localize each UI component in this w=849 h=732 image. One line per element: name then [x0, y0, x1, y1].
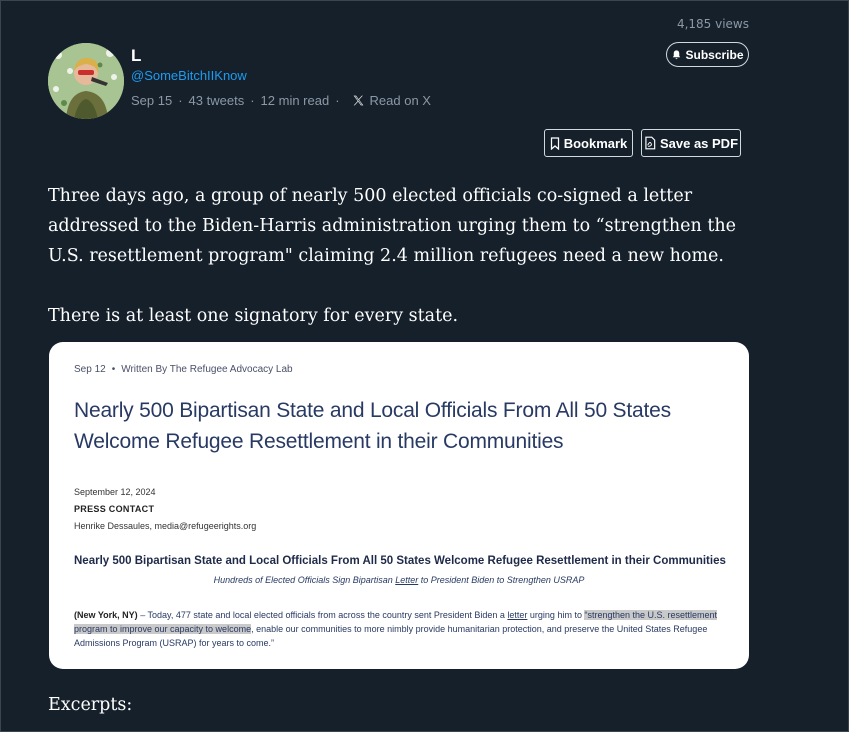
press-release-subheadline: Hundreds of Elected Officials Sign Bipar…	[49, 575, 749, 585]
avatar-image	[48, 43, 124, 119]
x-logo-icon	[352, 94, 365, 107]
tweet-count: 43 tweets	[188, 93, 245, 108]
pdf-icon	[645, 136, 656, 150]
card-title: Nearly 500 Bipartisan State and Local Of…	[74, 399, 671, 453]
card-meta: Sep 12 • Written By The Refugee Advocacy L…	[74, 364, 293, 375]
article-paragraph: There is at least one signatory for ever…	[48, 306, 459, 326]
article-paragraph: Three days ago, a group of nearly 500 el…	[48, 186, 736, 266]
avatar[interactable]	[48, 43, 124, 119]
read-time: 12 min read	[260, 93, 330, 108]
press-contact-label: PRESS CONTACT	[74, 504, 155, 514]
article-paragraph: Excerpts:	[48, 695, 133, 715]
save-as-pdf-label: Save as PDF	[659, 135, 739, 151]
press-release-date: September 12, 2024	[74, 487, 156, 497]
save-as-pdf-button[interactable]: Save as PDF	[641, 129, 741, 157]
dateline: (New York, NY)	[74, 610, 138, 620]
body-text: – Today, 477 state and local elected off…	[137, 610, 508, 620]
thread-meta: Sep 15 · 43 tweets · 12 min read · Read …	[131, 93, 431, 108]
subheadline-text: to President Biden to Strengthen USRAP	[418, 575, 585, 585]
separator-dot: ·	[178, 93, 183, 108]
subscribe-button[interactable]: Subscribe	[666, 42, 749, 67]
card-separator: •	[111, 364, 116, 375]
subscribe-label: Subscribe	[685, 47, 744, 62]
letter-link: Letter	[395, 575, 419, 585]
press-release-body: (New York, NY) – Today, 477 state and lo…	[74, 608, 729, 650]
card-date: Sep 12	[74, 364, 106, 375]
separator-dot: ·	[335, 93, 340, 108]
read-on-x-link[interactable]: Read on X	[370, 93, 431, 108]
author-handle[interactable]: @SomeBitchIIKnow	[131, 68, 247, 83]
bookmark-button[interactable]: Bookmark	[544, 129, 633, 157]
subheadline-text: Hundreds of Elected Officials Sign Bipar…	[213, 575, 396, 585]
bell-icon	[673, 49, 681, 59]
embedded-image-card[interactable]: Sep 12 • Written By The Refugee Advocacy L…	[49, 342, 749, 669]
bookmark-label: Bookmark	[563, 135, 628, 151]
author-name[interactable]: L	[131, 46, 141, 66]
view-count: 4,185 views	[676, 17, 749, 31]
body-text: urging him to	[527, 610, 585, 620]
press-contact: Henrike Dessaules, media@refugeerights.o…	[74, 521, 257, 531]
card-byline: Written By The Refugee Advocacy Lab	[121, 364, 293, 375]
press-release-headline: Nearly 500 Bipartisan State and Local Of…	[74, 555, 726, 567]
post-date: Sep 15	[131, 93, 173, 108]
letter-link: letter	[507, 610, 528, 620]
bookmark-icon	[550, 136, 559, 150]
separator-dot: ·	[250, 93, 255, 108]
